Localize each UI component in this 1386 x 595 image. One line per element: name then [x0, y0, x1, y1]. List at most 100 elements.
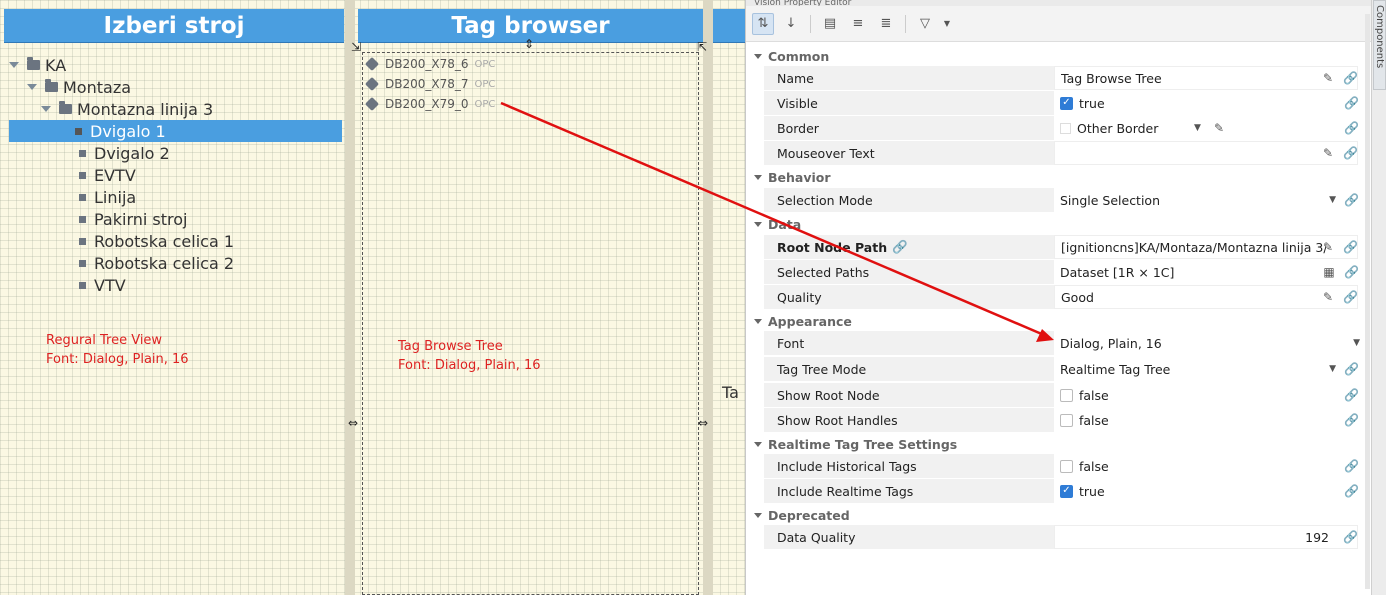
- checkbox-checked-icon[interactable]: ✓: [1060, 96, 1073, 110]
- tree-node-leaf[interactable]: Robotska celica 2: [9, 252, 234, 274]
- name-field[interactable]: Tag Browse Tree ✎ 🔗: [1054, 66, 1358, 90]
- group-deprecated[interactable]: Deprecated: [754, 505, 850, 525]
- expand-toggle-icon[interactable]: [27, 84, 37, 90]
- prop-visible: Visible ✓ true 🔗: [764, 91, 1359, 115]
- binding-link-icon[interactable]: 🔗: [1343, 530, 1358, 544]
- checkbox-unchecked-icon[interactable]: [1060, 388, 1073, 402]
- tag-row[interactable]: DB200_X78_6 OPC: [364, 55, 496, 73]
- edit-pencil-icon[interactable]: ✎: [1212, 121, 1226, 135]
- components-dock-tab[interactable]: Components: [1373, 0, 1386, 90]
- expand-toggle-icon[interactable]: [9, 62, 19, 68]
- checkbox-checked-icon[interactable]: ✓: [1060, 484, 1073, 498]
- show-root-node-checkbox[interactable]: false 🔗: [1054, 383, 1359, 407]
- dropdown-arrow-icon[interactable]: ▼: [1329, 364, 1336, 374]
- edit-pencil-icon[interactable]: ✎: [1321, 71, 1335, 85]
- binding-link-icon[interactable]: 🔗: [1344, 265, 1359, 279]
- expand-all-icon[interactable]: ≡: [847, 13, 869, 35]
- prop-value: Realtime Tag Tree: [1060, 361, 1171, 377]
- collapse-triangle-icon[interactable]: [754, 318, 762, 324]
- expand-toggle-icon[interactable]: [41, 106, 51, 112]
- checkbox-unchecked-icon[interactable]: [1060, 413, 1073, 427]
- resize-handle-icon[interactable]: ⇔: [348, 417, 358, 429]
- collapse-triangle-icon[interactable]: [754, 512, 762, 518]
- group-appearance[interactable]: Appearance: [754, 311, 852, 331]
- collapse-triangle-icon[interactable]: [754, 441, 762, 447]
- tree-node-leaf[interactable]: Dvigalo 2: [9, 142, 170, 164]
- edit-pencil-icon[interactable]: ✎: [1321, 290, 1335, 304]
- edit-pencil-icon[interactable]: ✎: [1321, 240, 1335, 254]
- tree-node-leaf[interactable]: EVTV: [9, 164, 136, 186]
- dropdown-arrow-icon[interactable]: ▼: [1194, 123, 1201, 133]
- property-list-icon[interactable]: ▤: [819, 13, 841, 35]
- binding-link-icon[interactable]: 🔗: [1343, 146, 1358, 160]
- tree-node-leaf[interactable]: Robotska celica 1: [9, 230, 234, 252]
- tree-node-selected[interactable]: Dvigalo 1: [9, 120, 342, 142]
- binding-link-icon[interactable]: 🔗: [1344, 413, 1359, 427]
- binding-link-icon[interactable]: 🔗: [1343, 290, 1358, 304]
- resize-handle-icon[interactable]: ⇲: [351, 41, 361, 53]
- group-realtime-tag-tree[interactable]: Realtime Tag Tree Settings: [754, 434, 957, 454]
- prop-name: Name Tag Browse Tree ✎ 🔗: [764, 66, 1358, 90]
- quality-field[interactable]: Good ✎ 🔗: [1054, 285, 1358, 309]
- collapse-all-icon[interactable]: ≣: [875, 13, 897, 35]
- collapse-triangle-icon[interactable]: [754, 221, 762, 227]
- resize-handle-icon[interactable]: ⇱: [697, 41, 707, 53]
- collapse-triangle-icon[interactable]: [754, 53, 762, 59]
- tag-tree-mode-select[interactable]: Realtime Tag Tree ▼ 🔗: [1054, 357, 1359, 381]
- editor-scrollbar[interactable]: [1365, 14, 1370, 589]
- tree-node-label: Montaza: [63, 77, 132, 97]
- group-common[interactable]: Common: [754, 46, 829, 66]
- filter-dropdown-icon[interactable]: ▼: [942, 13, 952, 35]
- resize-handle-icon[interactable]: ⇕: [524, 38, 534, 50]
- binding-link-icon[interactable]: 🔗: [1344, 362, 1359, 376]
- font-select[interactable]: Dialog, Plain, 16 ▼: [1054, 331, 1360, 355]
- tag-browse-tree-selection[interactable]: [362, 52, 699, 595]
- dataset-grid-icon[interactable]: ▦: [1322, 265, 1336, 279]
- tree-node-folder[interactable]: Montazna linija 3: [9, 98, 213, 120]
- data-quality-field[interactable]: 192 🔗: [1054, 525, 1358, 549]
- edit-pencil-icon[interactable]: ✎: [1321, 146, 1335, 160]
- include-historical-checkbox[interactable]: false 🔗: [1054, 454, 1359, 478]
- tag-source: OPC: [474, 98, 496, 110]
- leaf-node-icon: [79, 193, 86, 201]
- binding-link-icon[interactable]: 🔗: [1343, 71, 1358, 85]
- binding-link-icon[interactable]: 🔗: [1343, 240, 1358, 254]
- tag-row[interactable]: DB200_X79_0 OPC: [364, 95, 496, 113]
- annotation-line: Font: Dialog, Plain, 16: [46, 352, 189, 367]
- checkbox-unchecked-icon[interactable]: [1060, 459, 1073, 473]
- tree-node-label: EVTV: [94, 165, 136, 185]
- tree-node-label: Pakirni stroj: [94, 209, 188, 229]
- binding-link-icon[interactable]: 🔗: [1344, 121, 1359, 135]
- mouseover-text-field[interactable]: ✎ 🔗: [1054, 141, 1358, 165]
- sort-categorized-icon[interactable]: ⇅: [752, 12, 774, 35]
- dropdown-arrow-icon[interactable]: ▼: [1353, 338, 1360, 348]
- selection-mode-select[interactable]: Single Selection ▼ 🔗: [1054, 188, 1359, 212]
- tree-node-leaf[interactable]: VTV: [9, 274, 126, 296]
- binding-link-icon[interactable]: 🔗: [1344, 193, 1359, 207]
- root-node-path-field[interactable]: [ignitioncns]KA/Montaza/Montazna linija …: [1054, 235, 1358, 259]
- include-realtime-checkbox[interactable]: ✓ true 🔗: [1054, 479, 1359, 503]
- border-select[interactable]: Other Border ▼ ✎ 🔗: [1054, 116, 1359, 140]
- tree-node-folder[interactable]: KA: [9, 54, 66, 76]
- tree-node-leaf[interactable]: Linija: [9, 186, 136, 208]
- show-root-handles-checkbox[interactable]: false 🔗: [1054, 408, 1359, 432]
- filter-icon[interactable]: ▽: [914, 13, 936, 35]
- binding-link-icon[interactable]: 🔗: [1344, 459, 1359, 473]
- tree-node-folder[interactable]: Montaza: [9, 76, 131, 98]
- tag-source: OPC: [474, 58, 496, 70]
- binding-link-icon[interactable]: 🔗: [1344, 388, 1359, 402]
- prop-label: Show Root Handles: [764, 408, 1054, 432]
- tree-node-label: Montazna linija 3: [77, 99, 214, 119]
- group-data[interactable]: Data: [754, 214, 801, 234]
- group-behavior[interactable]: Behavior: [754, 167, 831, 187]
- sort-alphabetical-icon[interactable]: ↓: [780, 13, 802, 35]
- dropdown-arrow-icon[interactable]: ▼: [1329, 195, 1336, 205]
- binding-link-icon[interactable]: 🔗: [1344, 96, 1359, 110]
- collapse-triangle-icon[interactable]: [754, 174, 762, 180]
- designer-canvas[interactable]: Izberi stroj Tag browser KA Montaza Mont…: [0, 0, 745, 595]
- binding-link-icon[interactable]: 🔗: [1344, 484, 1359, 498]
- visible-checkbox[interactable]: ✓ true 🔗: [1054, 91, 1359, 115]
- tag-row[interactable]: DB200_X78_7 OPC: [364, 75, 495, 93]
- resize-handle-icon[interactable]: ⇔: [698, 417, 708, 429]
- tree-node-leaf[interactable]: Pakirni stroj: [9, 208, 187, 230]
